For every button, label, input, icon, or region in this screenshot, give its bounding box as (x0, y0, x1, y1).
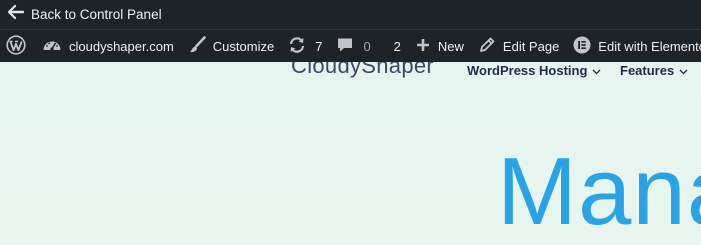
edit-page-label: Edit Page (502, 38, 560, 54)
back-to-control-panel-link[interactable]: Back to Control Panel (0, 0, 162, 29)
nav-item-features[interactable]: Features (620, 62, 688, 78)
new-content-menu[interactable]: New (408, 30, 471, 62)
wordpress-menu[interactable] (0, 30, 36, 62)
pencil-icon (478, 36, 496, 57)
chevron-down-icon (679, 63, 688, 78)
edit-page-menu[interactable]: Edit Page (471, 30, 566, 62)
updates-refresh-icon (288, 36, 306, 57)
dashboard-gauge-icon (42, 36, 62, 57)
notifications-count-menu[interactable]: 2 (378, 30, 408, 62)
wordpress-logo-icon (6, 34, 26, 58)
nav-item-wordpress-hosting[interactable]: WordPress Hosting (467, 62, 601, 78)
notifications-count: 2 (393, 38, 401, 54)
chevron-down-icon (592, 63, 601, 78)
customize-label: Customize (212, 38, 275, 54)
edit-with-elementor-menu[interactable]: Edit with Elementor (566, 30, 701, 62)
site-name-menu[interactable]: cloudyshaper.com (36, 30, 181, 62)
website-page: CloudyShaper WordPress Hosting Features … (0, 62, 701, 245)
nav-item-label: WordPress Hosting (467, 62, 588, 78)
paintbrush-icon (188, 35, 206, 57)
site-name-label: cloudyshaper.com (69, 38, 174, 54)
new-label: New (437, 38, 464, 54)
plus-icon (415, 37, 431, 56)
hero-heading: Mana (497, 138, 701, 245)
arrow-left-icon (7, 4, 25, 24)
customize-menu[interactable]: Customize (181, 30, 281, 62)
comments-count: 0 (363, 38, 371, 54)
updates-menu[interactable]: 7 (281, 30, 329, 62)
comment-bubble-icon (336, 36, 354, 57)
site-logo[interactable]: CloudyShaper (291, 62, 434, 79)
wp-admin-bar: cloudyshaper.com Customize 7 0 2 New Edi… (0, 30, 701, 62)
nav-item-label: Features (620, 62, 675, 78)
back-to-control-panel-label: Back to Control Panel (31, 7, 162, 22)
updates-count: 7 (315, 38, 323, 54)
edit-with-elementor-label: Edit with Elementor (598, 38, 701, 54)
control-panel-bar: Back to Control Panel (0, 0, 701, 30)
elementor-logo-icon (573, 36, 591, 57)
comments-menu[interactable]: 0 (329, 30, 377, 62)
